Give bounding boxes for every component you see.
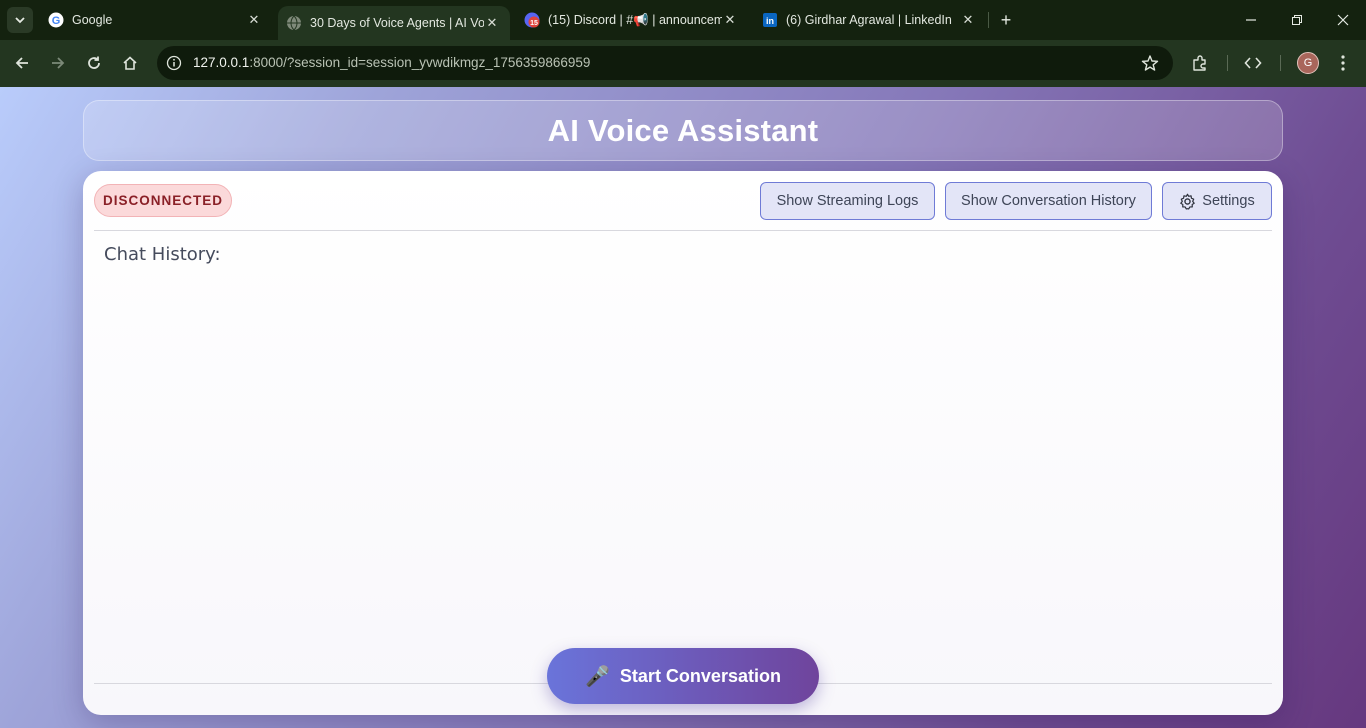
app-header: AI Voice Assistant: [83, 100, 1283, 161]
app-title: AI Voice Assistant: [547, 112, 819, 148]
home-button[interactable]: [117, 50, 143, 76]
back-button[interactable]: [9, 50, 35, 76]
tab-discord[interactable]: 15 (15) Discord | #📢 | announcem ✕: [516, 0, 748, 40]
site-info-icon[interactable]: [164, 53, 184, 73]
svg-text:in: in: [766, 16, 774, 26]
restore-icon: [1292, 15, 1302, 25]
settings-button[interactable]: Settings: [1162, 182, 1272, 220]
url-text: 127.0.0.1:8000/?session_id=session_yvwdi…: [193, 55, 590, 70]
toolbar-separator: [1280, 55, 1281, 71]
start-conversation-button[interactable]: 🎤 Start Conversation: [547, 648, 819, 704]
close-window-button[interactable]: [1320, 0, 1366, 40]
url-path: :8000/?session_id=session_yvwdikmgz_1756…: [249, 55, 591, 70]
start-conversation-label: Start Conversation: [619, 665, 781, 686]
close-icon[interactable]: ✕: [722, 12, 738, 28]
close-icon[interactable]: ✕: [960, 12, 976, 28]
tab-google[interactable]: G Google ✕: [40, 0, 272, 40]
tab-title: 30 Days of Voice Agents | AI Voi: [310, 16, 484, 30]
close-icon: [1337, 14, 1349, 26]
header-divider: [94, 230, 1272, 231]
minimize-icon: [1246, 19, 1256, 21]
address-bar[interactable]: 127.0.0.1:8000/?session_id=session_yvwdi…: [157, 46, 1173, 80]
forward-button[interactable]: [45, 50, 71, 76]
tab-linkedin[interactable]: in (6) Girdhar Agrawal | LinkedIn ✕: [754, 0, 986, 40]
close-icon[interactable]: ✕: [484, 15, 500, 31]
browser-toolbar: 127.0.0.1:8000/?session_id=session_yvwdi…: [0, 40, 1366, 87]
settings-label: Settings: [1202, 193, 1255, 209]
new-tab-button[interactable]: +: [996, 10, 1016, 30]
home-icon: [123, 56, 137, 70]
restore-button[interactable]: [1274, 0, 1320, 40]
code-icon[interactable]: [1242, 52, 1264, 74]
url-host: 127.0.0.1: [193, 55, 250, 70]
main-panel: DISCONNECTED Show Streaming Logs Show Co…: [83, 171, 1283, 715]
tab-strip: G Google ✕ 30 Days of Voice Agents | AI …: [0, 0, 1366, 40]
page: AI Voice Assistant DISCONNECTED Show Str…: [0, 87, 1366, 728]
notification-badge: 15: [530, 20, 538, 27]
linkedin-icon: in: [762, 12, 778, 28]
chevron-down-icon: [15, 17, 25, 24]
close-icon[interactable]: ✕: [246, 12, 262, 28]
status-badge: DISCONNECTED: [94, 184, 232, 217]
profile-avatar[interactable]: G: [1297, 52, 1319, 74]
tab-title: (15) Discord | #📢 | announcem: [548, 12, 722, 27]
show-streaming-logs-button[interactable]: Show Streaming Logs: [760, 182, 935, 220]
reload-icon: [88, 56, 100, 69]
bookmark-star-icon[interactable]: [1141, 54, 1159, 72]
google-icon: G: [48, 12, 64, 28]
discord-icon: 15: [524, 12, 540, 28]
extensions-icon[interactable]: [1189, 52, 1211, 74]
reload-button[interactable]: [81, 50, 107, 76]
microphone-icon: 🎤: [585, 665, 610, 688]
tab-title: (6) Girdhar Agrawal | LinkedIn: [786, 13, 952, 27]
arrow-left-icon: [15, 57, 28, 69]
tab-voice-agents[interactable]: 30 Days of Voice Agents | AI Voi ✕: [278, 6, 510, 40]
arrow-right-icon: [52, 57, 65, 69]
chat-history-title: Chat History:: [104, 244, 221, 265]
chat-history-area[interactable]: [94, 271, 1272, 671]
show-conversation-history-button[interactable]: Show Conversation History: [945, 182, 1152, 220]
tab-search-button[interactable]: [7, 7, 33, 33]
globe-icon: [286, 15, 302, 31]
tab-separator: [988, 12, 989, 28]
svg-text:G: G: [52, 15, 61, 27]
more-menu-icon[interactable]: [1332, 52, 1354, 74]
minimize-button[interactable]: [1228, 0, 1274, 40]
tab-title: Google: [72, 13, 113, 27]
toolbar-separator: [1227, 55, 1228, 71]
gear-icon: [1180, 193, 1196, 210]
